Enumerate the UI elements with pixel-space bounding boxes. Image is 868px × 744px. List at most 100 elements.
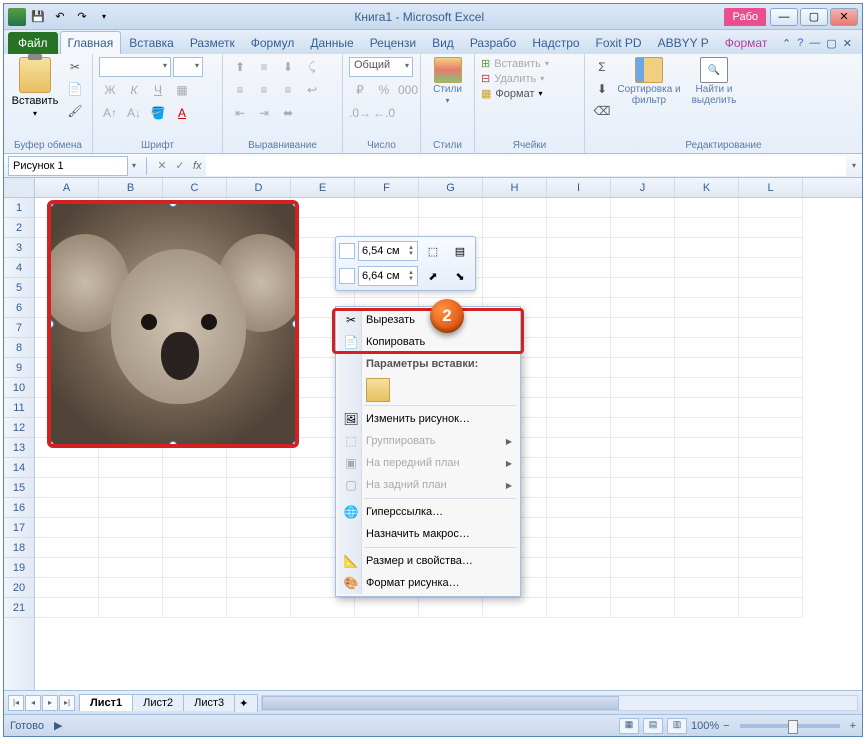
ctx-change-picture[interactable]: 🖼 Изменить рисунок… bbox=[338, 408, 518, 430]
merge-button[interactable]: ⬌ bbox=[277, 103, 299, 123]
sort-filter-button[interactable]: Сортировка и фильтр bbox=[617, 57, 681, 106]
width-input[interactable]: 6,64 см ▲▼ bbox=[358, 266, 418, 286]
sheet-tab-1[interactable]: Лист1 bbox=[79, 694, 133, 711]
column-header[interactable]: J bbox=[611, 178, 675, 197]
cell[interactable] bbox=[547, 598, 611, 618]
cell[interactable] bbox=[611, 218, 675, 238]
cell[interactable] bbox=[227, 598, 291, 618]
cell[interactable] bbox=[611, 598, 675, 618]
cell[interactable] bbox=[739, 598, 803, 618]
new-sheet-button[interactable]: ✦ bbox=[234, 694, 258, 712]
align-middle-button[interactable]: ≡ bbox=[253, 57, 275, 77]
resize-handle-n[interactable] bbox=[169, 200, 177, 207]
cell[interactable] bbox=[675, 358, 739, 378]
zoom-out-button[interactable]: − bbox=[723, 720, 729, 732]
cell[interactable] bbox=[739, 198, 803, 218]
column-header[interactable]: B bbox=[99, 178, 163, 197]
excel-icon[interactable] bbox=[8, 8, 26, 26]
cell[interactable] bbox=[163, 498, 227, 518]
cell[interactable] bbox=[675, 298, 739, 318]
normal-view-button[interactable]: ▦ bbox=[619, 718, 639, 734]
zoom-in-button[interactable]: + bbox=[850, 720, 856, 732]
cell[interactable] bbox=[355, 598, 419, 618]
cell[interactable] bbox=[739, 358, 803, 378]
fill-button[interactable]: ⬇ bbox=[591, 79, 613, 99]
column-header[interactable]: K bbox=[675, 178, 739, 197]
italic-button[interactable]: К bbox=[123, 80, 145, 100]
cell[interactable] bbox=[547, 558, 611, 578]
resize-handle-s[interactable] bbox=[169, 441, 177, 448]
cell[interactable] bbox=[547, 438, 611, 458]
cell[interactable] bbox=[227, 478, 291, 498]
currency-button[interactable]: ₽ bbox=[349, 80, 371, 100]
cell[interactable] bbox=[611, 318, 675, 338]
cell[interactable] bbox=[739, 458, 803, 478]
insert-cells-button[interactable]: Вставить bbox=[494, 58, 541, 70]
cell[interactable] bbox=[483, 258, 547, 278]
tab-view[interactable]: Вид bbox=[424, 31, 462, 54]
doc-minimize-button[interactable]: — bbox=[809, 37, 820, 50]
cell[interactable] bbox=[675, 258, 739, 278]
ctx-copy[interactable]: 📄 Копировать bbox=[338, 331, 518, 353]
cell[interactable] bbox=[739, 438, 803, 458]
cell[interactable] bbox=[35, 578, 99, 598]
cell[interactable] bbox=[611, 538, 675, 558]
cell[interactable] bbox=[35, 458, 99, 478]
cell[interactable] bbox=[675, 278, 739, 298]
resize-handle-e[interactable] bbox=[292, 320, 299, 328]
zoom-slider[interactable] bbox=[740, 724, 840, 728]
cell[interactable] bbox=[547, 578, 611, 598]
cell[interactable] bbox=[739, 338, 803, 358]
first-sheet-button[interactable]: |◂ bbox=[8, 695, 24, 711]
page-break-view-button[interactable]: ▥ bbox=[667, 718, 687, 734]
cell[interactable] bbox=[611, 498, 675, 518]
file-tab[interactable]: Файл bbox=[8, 32, 58, 54]
number-format-combo[interactable]: Общий bbox=[349, 57, 413, 77]
cell[interactable] bbox=[547, 518, 611, 538]
cell[interactable] bbox=[675, 418, 739, 438]
row-header[interactable]: 7 bbox=[4, 318, 34, 338]
send-backward-mini-button[interactable]: ⬊ bbox=[448, 265, 472, 287]
cell[interactable] bbox=[547, 418, 611, 438]
cell[interactable] bbox=[739, 518, 803, 538]
wrap-text-button[interactable]: ↩ bbox=[301, 80, 323, 100]
cell[interactable] bbox=[739, 378, 803, 398]
cell[interactable] bbox=[547, 458, 611, 478]
cell[interactable] bbox=[483, 238, 547, 258]
minimize-ribbon-button[interactable]: ⌃ bbox=[782, 37, 791, 50]
row-header[interactable]: 1 bbox=[4, 198, 34, 218]
align-left-button[interactable]: ≡ bbox=[229, 80, 251, 100]
styles-mini-button[interactable]: ▤ bbox=[448, 240, 472, 262]
tab-formulas[interactable]: Формул bbox=[243, 31, 303, 54]
column-header[interactable]: L bbox=[739, 178, 803, 197]
close-button[interactable]: ✕ bbox=[830, 8, 858, 26]
row-header[interactable]: 3 bbox=[4, 238, 34, 258]
cell[interactable] bbox=[547, 258, 611, 278]
cell[interactable] bbox=[675, 338, 739, 358]
qat-customize-button[interactable]: ▾ bbox=[94, 7, 114, 27]
cell[interactable] bbox=[675, 398, 739, 418]
cell[interactable] bbox=[675, 238, 739, 258]
tab-addins[interactable]: Надстро bbox=[524, 31, 587, 54]
resize-handle-w[interactable] bbox=[47, 320, 54, 328]
cell[interactable] bbox=[227, 458, 291, 478]
row-header[interactable]: 10 bbox=[4, 378, 34, 398]
cell[interactable] bbox=[35, 598, 99, 618]
cell[interactable] bbox=[483, 598, 547, 618]
cell[interactable] bbox=[419, 198, 483, 218]
cell[interactable] bbox=[227, 538, 291, 558]
cell[interactable] bbox=[547, 278, 611, 298]
cell[interactable] bbox=[611, 578, 675, 598]
zoom-level[interactable]: 100% bbox=[691, 720, 719, 732]
cell[interactable] bbox=[547, 498, 611, 518]
cell[interactable] bbox=[739, 298, 803, 318]
cell[interactable] bbox=[675, 198, 739, 218]
cell[interactable] bbox=[739, 498, 803, 518]
row-header[interactable]: 17 bbox=[4, 518, 34, 538]
cell[interactable] bbox=[483, 218, 547, 238]
font-name-combo[interactable] bbox=[99, 57, 171, 77]
ctx-hyperlink[interactable]: 🌐 Гиперссылка… bbox=[338, 501, 518, 523]
cell[interactable] bbox=[355, 218, 419, 238]
column-header[interactable]: F bbox=[355, 178, 419, 197]
cell[interactable] bbox=[739, 538, 803, 558]
